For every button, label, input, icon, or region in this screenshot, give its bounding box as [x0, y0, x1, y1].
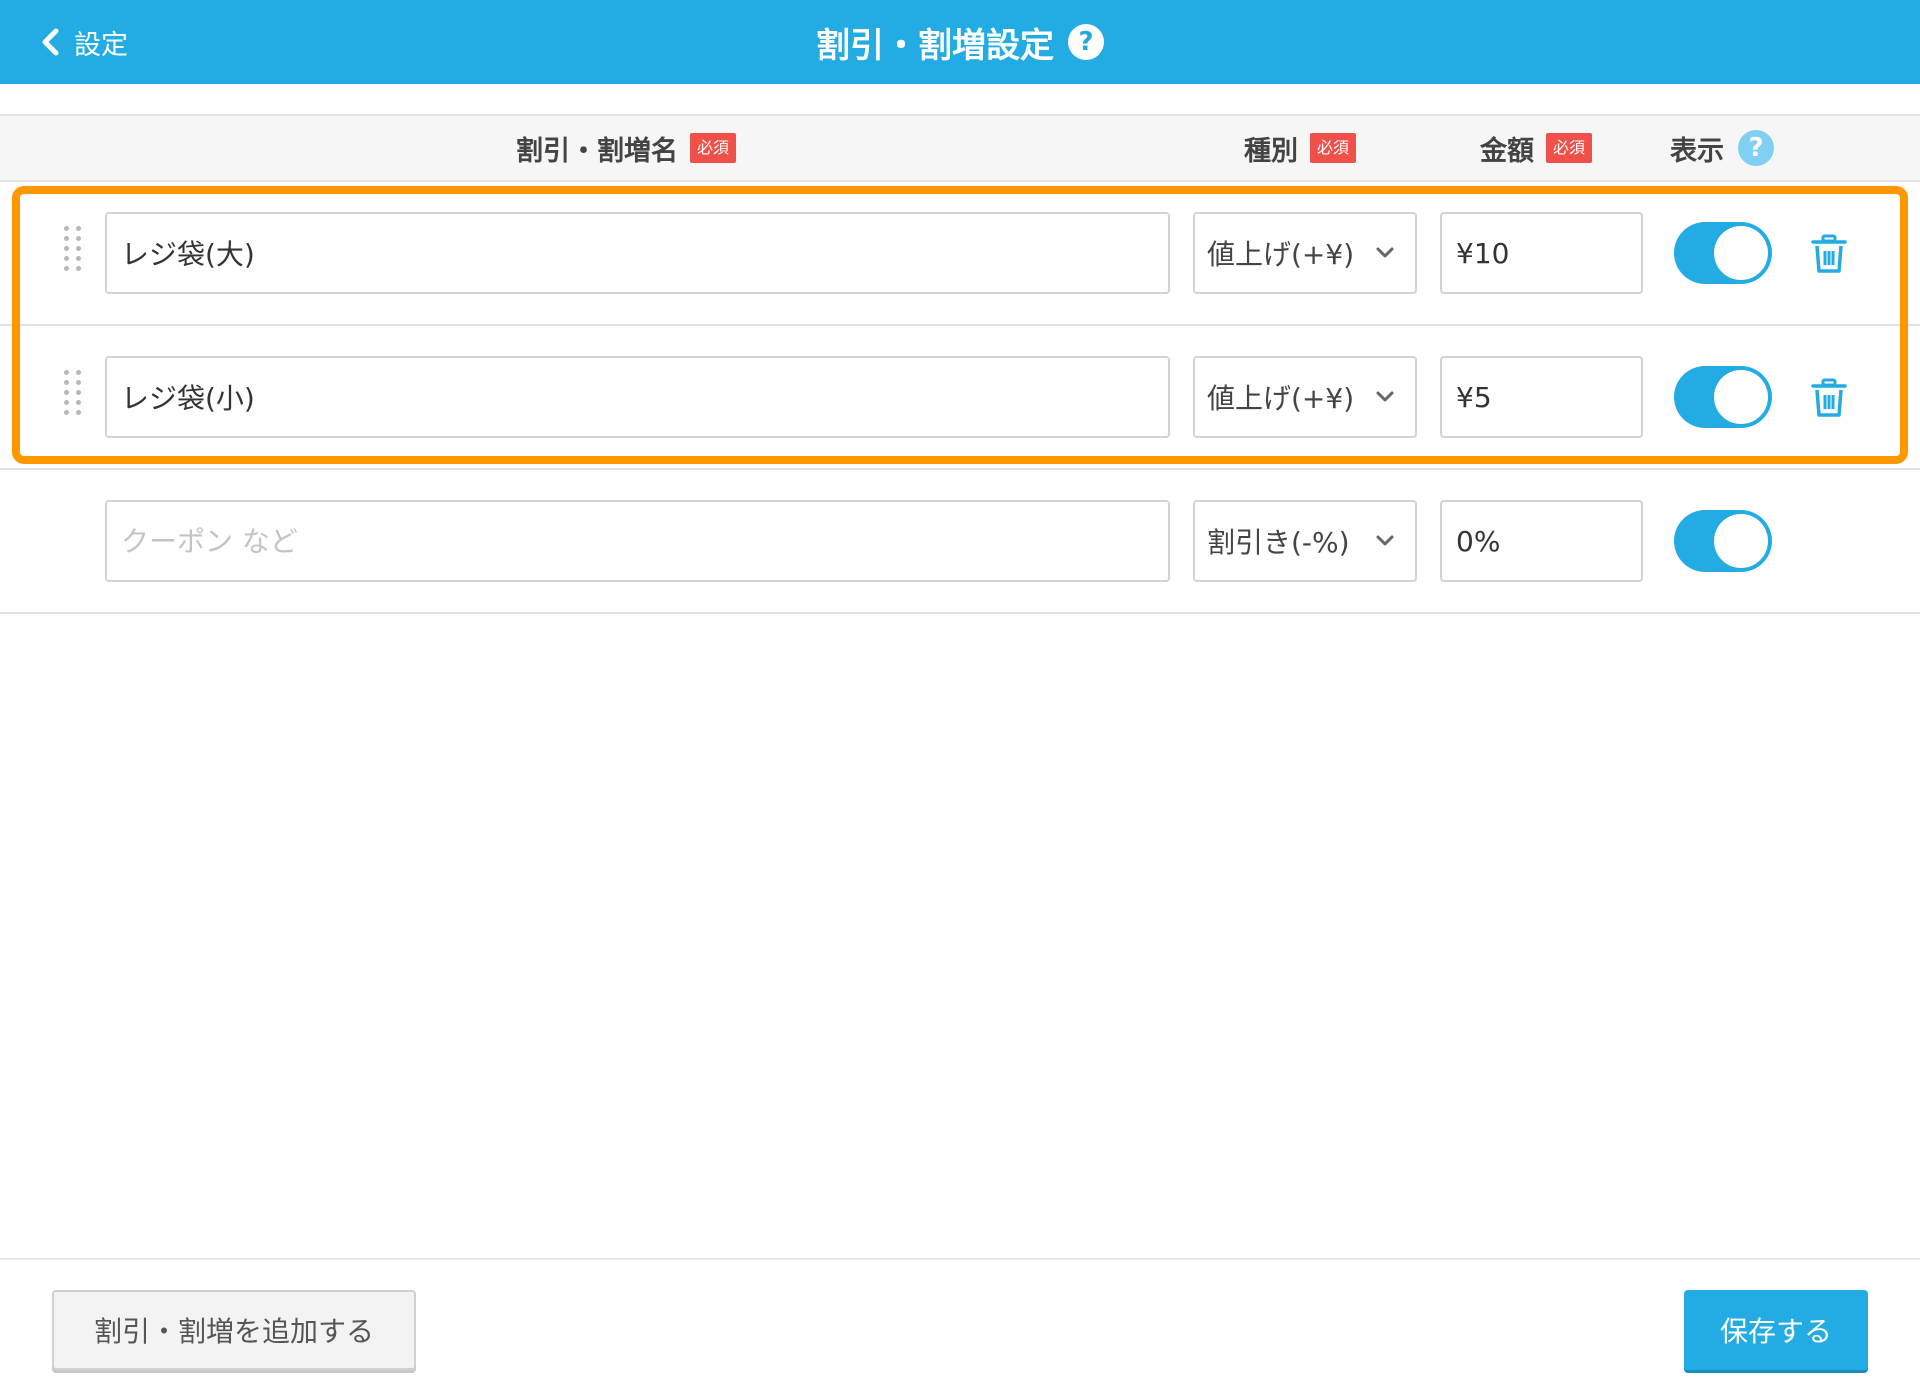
back-label: 設定 — [74, 29, 128, 61]
column-type-label: 種別 — [1244, 135, 1298, 167]
column-header: 割引・割増名 必須 種別 必須 金額 必須 表示 ? — [0, 114, 1920, 182]
back-button[interactable]: 設定 — [38, 20, 128, 64]
new-type-select[interactable]: 割引き(-%) — [1193, 500, 1417, 582]
footer: 割引・割増を追加する 保存する — [0, 1258, 1920, 1400]
column-type-header: 種別 必須 — [1244, 116, 1357, 180]
column-name-header: 割引・割増名 必須 — [516, 116, 737, 180]
type-select-value: 値上げ(+¥) — [1207, 382, 1355, 415]
list-item: 値上げ(+¥) — [0, 326, 1920, 470]
help-icon[interactable]: ? — [1068, 24, 1104, 60]
type-select[interactable]: 値上げ(+¥) — [1193, 212, 1417, 294]
required-badge: 必須 — [1546, 133, 1593, 163]
chevron-down-icon — [1376, 535, 1394, 546]
display-toggle[interactable] — [1674, 366, 1772, 428]
required-badge: 必須 — [690, 133, 737, 163]
column-display-header: 表示 ? — [1670, 116, 1774, 180]
type-select-value: 割引き(-%) — [1207, 526, 1350, 559]
app-header: 設定 割引・割増設定 ? — [0, 0, 1920, 84]
page-title: 割引・割増設定 — [816, 25, 1054, 66]
column-amount-header: 金額 必須 — [1480, 116, 1593, 180]
display-help-icon[interactable]: ? — [1738, 130, 1774, 166]
new-name-input[interactable] — [105, 500, 1170, 582]
name-input[interactable] — [105, 356, 1170, 438]
amount-input[interactable] — [1440, 212, 1643, 294]
drag-handle-icon[interactable] — [64, 226, 82, 280]
column-display-label: 表示 — [1670, 135, 1724, 167]
name-input[interactable] — [105, 212, 1170, 294]
column-name-label: 割引・割増名 — [516, 135, 678, 167]
add-discount-button[interactable]: 割引・割増を追加する — [52, 1290, 416, 1370]
trash-icon[interactable] — [1810, 378, 1848, 418]
chevron-down-icon — [1376, 391, 1394, 402]
trash-icon[interactable] — [1810, 234, 1848, 274]
column-amount-label: 金額 — [1480, 135, 1534, 167]
new-amount-input[interactable] — [1440, 500, 1643, 582]
type-select-value: 値上げ(+¥) — [1207, 238, 1355, 271]
new-item-row: 割引き(-%) — [0, 470, 1920, 614]
required-badge: 必須 — [1310, 133, 1357, 163]
list-item: 値上げ(+¥) — [0, 182, 1920, 326]
display-toggle[interactable] — [1674, 510, 1772, 572]
chevron-down-icon — [1376, 247, 1394, 258]
save-button[interactable]: 保存する — [1684, 1290, 1868, 1370]
chevron-left-icon — [42, 28, 59, 56]
display-toggle[interactable] — [1674, 222, 1772, 284]
drag-handle-icon[interactable] — [64, 370, 82, 424]
amount-input[interactable] — [1440, 356, 1643, 438]
type-select[interactable]: 値上げ(+¥) — [1193, 356, 1417, 438]
